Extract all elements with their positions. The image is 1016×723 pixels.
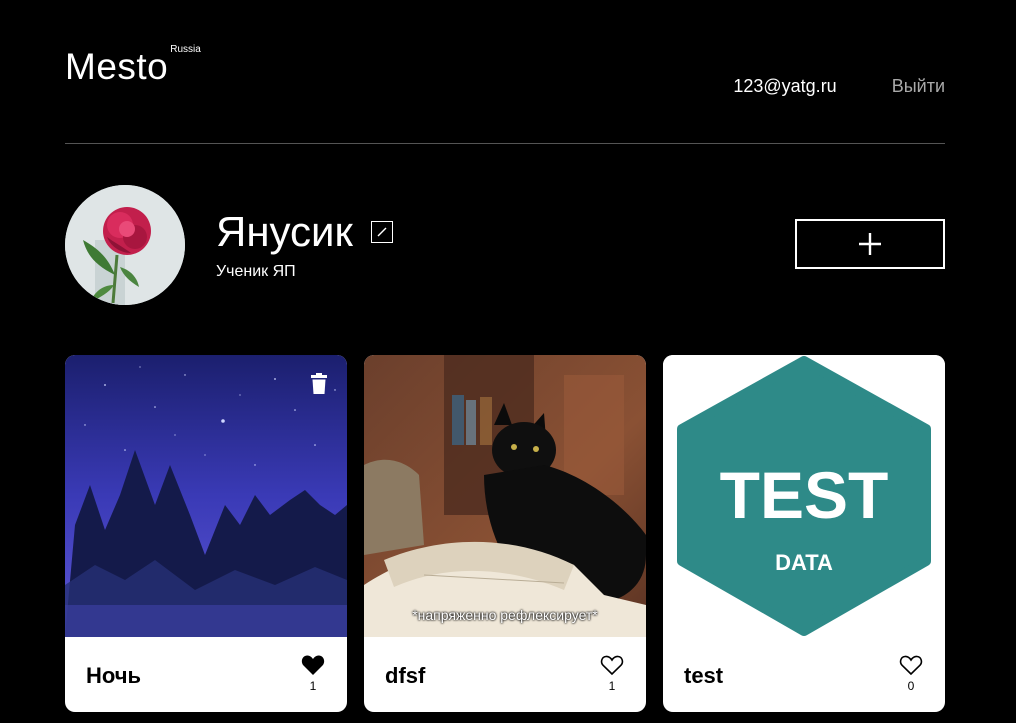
trash-icon [311,373,327,394]
card: Ночь 1 [65,355,347,712]
like-button[interactable] [899,654,923,676]
heart-outline-icon [600,655,624,676]
like-button[interactable] [301,654,325,676]
like-count: 1 [309,679,317,693]
header-nav: 123@yatg.ru Выйти [733,76,945,97]
add-card-button[interactable] [795,219,945,269]
test-data-badge-image: TEST DATA [663,355,945,637]
avatar[interactable] [65,185,185,305]
card-title: test [684,663,724,688]
user-email: 123@yatg.ru [733,76,837,96]
header: Mesto Russia 123@yatg.ru Выйти [65,0,945,144]
like-button[interactable] [600,654,624,676]
profile: Янусик Ученик ЯП [65,144,945,355]
logo: Mesto Russia [65,44,201,87]
black-cat-book-image [364,355,646,637]
image-caption: *напряженно рефлексирует* [412,607,598,623]
logo-superscript: Russia [170,44,201,55]
card-footer: test 0 [663,637,945,712]
card-image[interactable] [65,355,347,637]
like-count: 0 [907,679,915,693]
peony-avatar-image [65,185,185,305]
logout-link[interactable]: Выйти [892,76,945,97]
logo-text: Mesto [65,46,169,87]
like-group: 0 [898,654,924,693]
heart-outline-icon [899,655,923,676]
card-title: dfsf [385,663,426,688]
badge-text-data: DATA [775,550,833,575]
card-image[interactable]: *напряженно рефлексирует* [364,355,646,637]
heart-filled-icon [301,655,325,675]
delete-card-button[interactable] [309,373,329,395]
pencil-icon [377,227,387,237]
badge-text-test: TEST [720,458,889,532]
edit-profile-button[interactable] [370,221,393,243]
card-footer: dfsf 1 [364,637,646,712]
card: TEST DATA test 0 [663,355,945,712]
like-count: 1 [608,679,616,693]
card-title: Ночь [86,663,142,688]
page: Mesto Russia 123@yatg.ru Выйти Янусик Уч… [65,0,945,723]
night-forest-image [65,355,347,637]
card-image[interactable]: TEST DATA [663,355,945,637]
name-row: Янусик [216,208,393,256]
profile-info: Янусик Ученик ЯП [216,208,393,282]
plus-icon [859,233,881,255]
like-group: 1 [599,654,625,693]
card-footer: Ночь 1 [65,637,347,712]
profile-name: Янусик [216,208,353,255]
profile-about: Ученик ЯП [216,263,296,280]
card: *напряженно рефлексирует* dfsf 1 [364,355,646,712]
like-group: 1 [300,654,326,693]
cards-grid: Ночь 1 *напряженно рефлексирует* dfsf 1 … [65,355,945,712]
